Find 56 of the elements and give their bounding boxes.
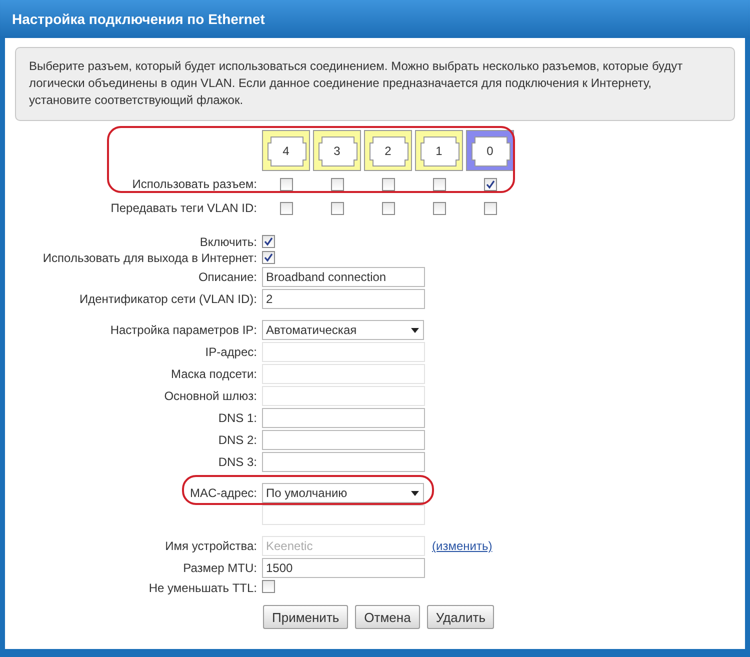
port-button[interactable]: 3 <box>313 130 361 171</box>
port-button[interactable]: 1 <box>415 130 463 171</box>
field-label: Не уменьшать TTL: <box>148 581 257 595</box>
checkbox[interactable] <box>262 580 275 593</box>
socket-icon <box>369 136 409 167</box>
field-label: DNS 3: <box>218 455 257 469</box>
field-label: Передавать теги VLAN ID: <box>110 201 257 215</box>
field-label: Включить: <box>200 235 257 249</box>
field-label: MAC-адрес: <box>190 486 257 500</box>
field-label: IP-адрес: <box>205 345 257 359</box>
input-field[interactable] <box>262 452 425 472</box>
checkbox[interactable] <box>280 178 292 190</box>
checkbox[interactable] <box>484 202 496 214</box>
caret-icon <box>411 490 419 496</box>
input-field[interactable]: Broadband connection <box>262 267 425 287</box>
socket-icon <box>267 136 307 167</box>
input-field[interactable]: 1500 <box>262 558 425 578</box>
checkbox[interactable] <box>432 178 446 190</box>
field-label: Маска подсети: <box>170 367 257 381</box>
port-button[interactable]: 4 <box>262 130 310 171</box>
action-button[interactable]: Применить <box>263 605 348 629</box>
info-text: Выберите разъем, который будет использоваться соединением. Можно выбрать несколько разъемов, которые будут логически объединены в один VLAN. Если данное соединение предназначается для подключения к Интернету, установите соответствующий флажок. <box>15 47 735 121</box>
field-label: Описание: <box>198 270 257 284</box>
field-label: Основной шлюз: <box>164 389 257 403</box>
check-icon <box>486 180 494 188</box>
field-label: Идентификатор сети (VLAN ID): <box>80 292 257 306</box>
dropdown[interactable]: По умолчанию <box>262 483 424 503</box>
socket-icon <box>420 136 460 167</box>
window-title: Настройка подключения по Ethernet <box>0 0 750 38</box>
port-button[interactable]: 0 <box>466 130 514 171</box>
action-button[interactable]: Удалить <box>426 605 494 629</box>
checkbox[interactable] <box>262 235 275 248</box>
field-label: DNS 2: <box>218 433 257 447</box>
field-label: Использовать для выхода в Интернет: <box>42 251 257 265</box>
checkbox[interactable] <box>330 202 344 214</box>
checkbox[interactable] <box>280 202 292 214</box>
socket-icon <box>471 136 511 167</box>
checkbox[interactable] <box>330 178 344 190</box>
field-label: DNS 1: <box>218 411 257 425</box>
field-label: Настройка параметров IP: <box>110 323 257 337</box>
checkbox[interactable] <box>262 251 275 264</box>
field-label: Использовать разъем: <box>132 177 257 191</box>
checkbox[interactable] <box>382 178 394 190</box>
checkbox[interactable] <box>382 202 394 214</box>
checkbox[interactable] <box>432 202 446 214</box>
dropdown[interactable]: Автоматическая <box>262 320 424 340</box>
field-label: Размер MTU: <box>183 561 257 575</box>
input-field[interactable] <box>262 430 425 450</box>
input-field[interactable]: 2 <box>262 289 425 309</box>
action-button[interactable]: Отмена <box>355 605 420 629</box>
socket-icon <box>318 136 358 167</box>
input-field[interactable] <box>262 408 425 428</box>
checkbox[interactable] <box>484 178 496 190</box>
port-button[interactable]: 2 <box>364 130 412 171</box>
caret-icon <box>411 328 419 332</box>
field-label: Имя устройства: <box>165 539 257 553</box>
